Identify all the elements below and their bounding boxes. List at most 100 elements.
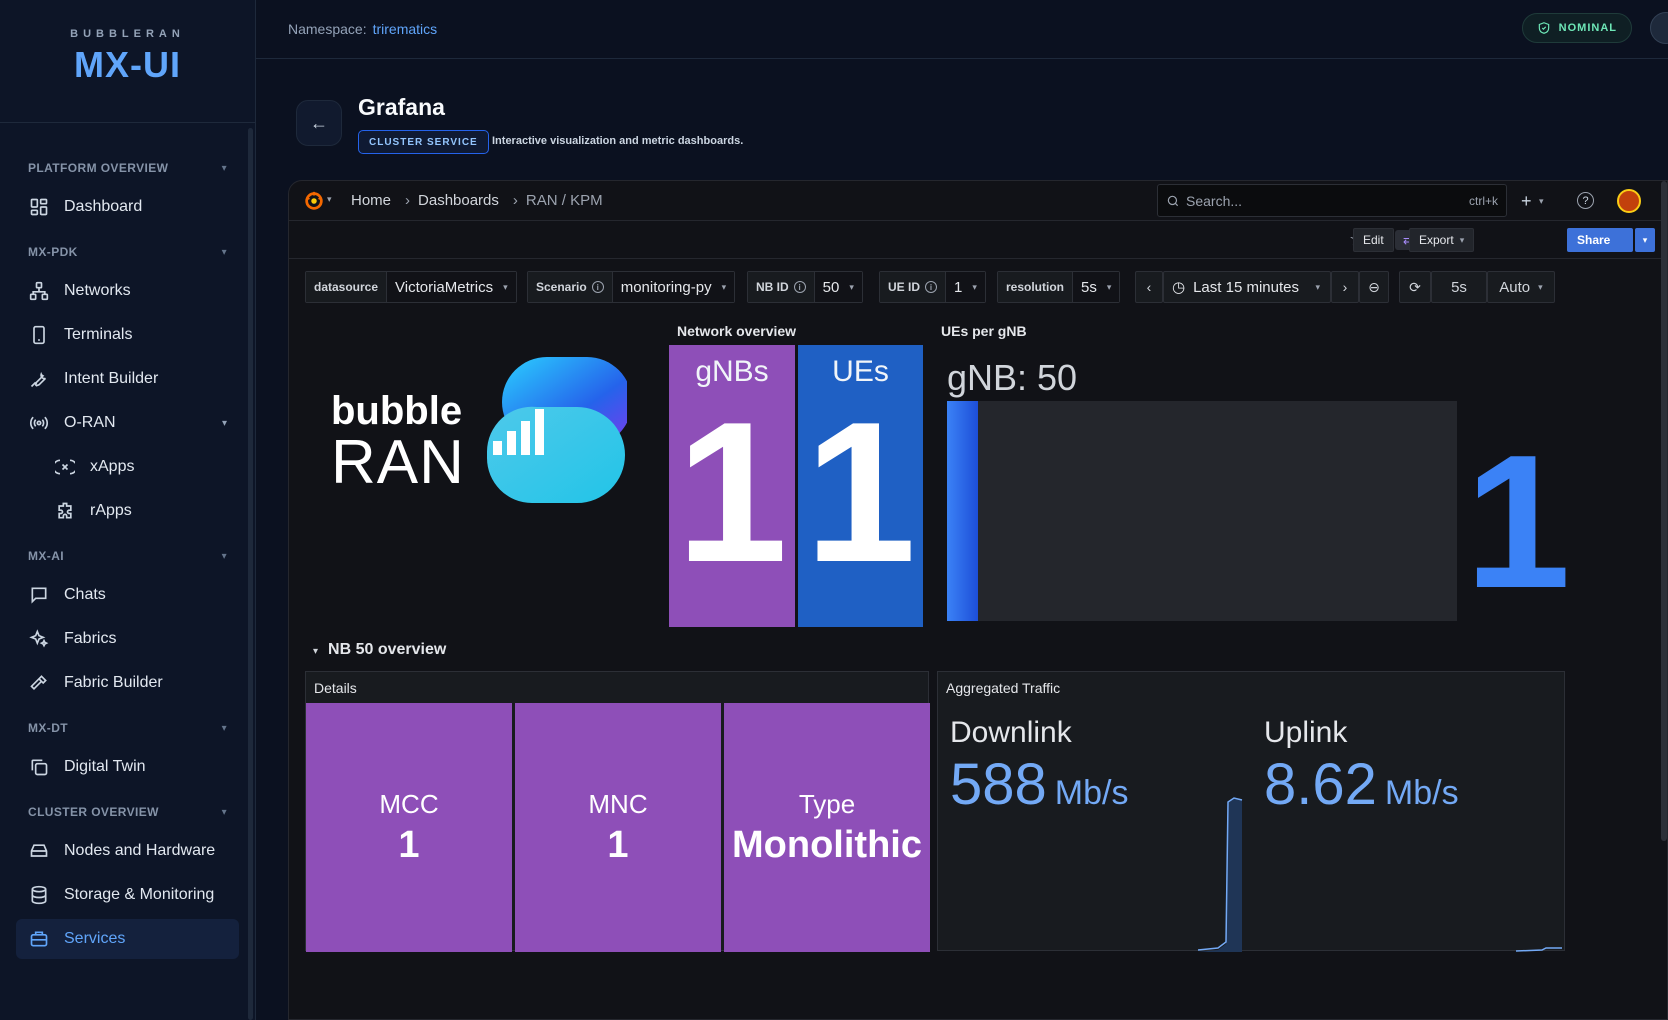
sidebar-item-xapps[interactable]: xApps [16,447,239,487]
variable-value[interactable]: 5s ▾ [1073,272,1120,302]
chevron-down-icon: ▾ [503,281,508,292]
datasource-variable[interactable]: datasource VictoriaMetrics ▾ [305,271,517,303]
sidebar-item-label: rApps [90,502,132,519]
sidebar-item-o-ran[interactable]: O-RAN ▾ [16,403,239,443]
info-icon: i [591,281,604,293]
search-placeholder: Search... [1186,192,1243,209]
refresh-interval[interactable]: 5s [1431,271,1487,303]
ue-id-variable[interactable]: UE ID i 1 ▾ [879,271,986,303]
type-tile[interactable]: Type Monolithic [724,703,930,952]
section-mx-dt[interactable]: MX-DT ▾ [0,717,255,739]
xapp-icon [54,456,76,478]
time-range-picker[interactable]: ◷ Last 15 minutes ▾ [1163,271,1331,303]
grafana-logo-icon[interactable] [303,190,325,212]
help-icon[interactable]: ? [1577,192,1594,209]
chevron-down-icon[interactable]: ▾ [1539,196,1544,207]
auto-refresh-dropdown[interactable]: Auto ▾ [1487,271,1555,303]
section-mx-ai[interactable]: MX-AI ▾ [0,545,255,567]
chevron-down-icon: ▾ [1538,281,1543,292]
sidebar-item-digital-twin[interactable]: Digital Twin [16,747,239,787]
downlink-label: Downlink [950,716,1072,749]
sidebar-nav: PLATFORM OVERVIEW ▾ Dashboard MX-PDK ▾ Net… [0,123,255,959]
bar-gauge-track [947,401,1457,621]
time-forward-button[interactable]: › [1331,271,1359,303]
ues-stat[interactable]: UEs 1 [798,345,923,627]
hammer-icon [28,672,50,694]
variable-value[interactable]: 50 ▾ [814,272,862,302]
sidebar-item-services[interactable]: Services [16,919,239,959]
chevron-down-icon[interactable]: ▾ [327,194,332,205]
resolution-variable[interactable]: resolution 5s ▾ [997,271,1121,303]
breadcrumb-home[interactable]: Home [351,192,391,209]
scenario-variable[interactable]: Scenario i monitoring-py ▾ [527,271,736,303]
time-back-button[interactable]: ‹ [1135,271,1163,303]
sidebar-item-fabrics[interactable]: Fabrics [16,619,239,659]
variable-value[interactable]: 1 ▾ [946,272,985,302]
ues-per-gnb-title: UEs per gNB [941,323,1027,339]
sidebar-item-storage-monitoring[interactable]: Storage & Monitoring [16,875,239,915]
shield-check-icon [1538,22,1549,34]
tile-label: Type [798,788,856,819]
mcc-tile[interactable]: MCC 1 [306,703,512,952]
share-dropdown-button[interactable]: ▾ [1635,228,1655,252]
zoom-out-button[interactable]: ⊖ [1359,271,1389,303]
dashboard-icon [28,196,50,218]
sidebar-item-nodes-and-hardware[interactable]: Nodes and Hardware [16,831,239,871]
avatar[interactable] [1650,12,1668,44]
edit-button[interactable]: Edit [1353,228,1394,252]
back-button[interactable]: ← [296,100,342,146]
sidebar-scrollbar[interactable] [248,128,253,1020]
sidebar-item-dashboard[interactable]: Dashboard [16,187,239,227]
sidebar-item-label: xApps [90,458,135,475]
chevron-right-icon: › [1342,279,1348,295]
sidebar-item-label: Intent Builder [64,370,159,387]
scenario-value: monitoring-py [620,278,712,296]
downlink-unit: Mb/s [1054,774,1129,812]
mnc-tile[interactable]: MNC 1 [515,703,721,952]
variable-value[interactable]: monitoring-py ▾ [612,272,735,302]
downlink-number: 588 [950,752,1047,817]
logo-text-ran: RAN [331,428,465,497]
export-button[interactable]: Export ▾ [1409,228,1475,252]
sidebar-item-chats[interactable]: Chats [16,575,239,615]
status-badge[interactable]: NOMINAL [1521,13,1632,43]
section-platform-overview[interactable]: PLATFORM OVERVIEW ▾ [0,157,255,179]
nb-id-variable[interactable]: NB ID i 50 ▾ [747,271,863,303]
sidebar-item-rapps[interactable]: rApps [16,491,239,531]
chevron-down-icon: ▾ [221,722,227,734]
tile-label: MCC [379,788,439,819]
service-type-badge: CLUSTER SERVICE [358,130,489,154]
sidebar-item-networks[interactable]: Networks [16,271,239,311]
brand-logo[interactable]: BUBBLERAN MX-UI [0,0,255,123]
breadcrumb-dashboards[interactable]: Dashboards [418,192,499,209]
plus-icon[interactable]: + [1521,191,1532,212]
details-panel: Details MCC 1 MNC 1 Type Monolithic [305,671,930,952]
share-button[interactable]: Share [1567,228,1633,252]
sidebar-item-fabric-builder[interactable]: Fabric Builder [16,663,239,703]
section-cluster-overview[interactable]: CLUSTER OVERVIEW ▾ [0,801,255,823]
server-icon [28,840,50,862]
sidebar-item-label: Networks [64,282,131,299]
chevron-left-icon: ‹ [1146,279,1152,295]
sidebar-item-intent-builder[interactable]: Intent Builder [16,359,239,399]
brand-sub: BUBBLERAN [70,28,185,40]
namespace-value[interactable]: trirematics [373,21,438,37]
dashboard-toolbar: ☆ ⇄ Edit Export▾ Share ▾ [289,221,1667,259]
wrench-icon [28,368,50,390]
refresh-button[interactable]: ⟳ [1399,271,1431,303]
time-range-label: Last 15 minutes [1193,278,1299,296]
section-title: CLUSTER OVERVIEW [28,805,159,819]
sidebar-item-terminals[interactable]: Terminals [16,315,239,355]
breadcrumb-current: RAN / KPM [525,192,603,209]
variable-value[interactable]: VictoriaMetrics ▾ [387,272,516,302]
row-header-nb-overview[interactable]: ▾ NB 50 overview [313,641,446,659]
gnbs-stat[interactable]: gNBs 1 [669,345,795,627]
grafana-scrollbar[interactable] [1661,181,1667,841]
sparkles-icon [28,628,50,650]
chevron-down-icon: ▾ [221,806,227,818]
user-avatar[interactable] [1617,189,1641,213]
uplink-sparkline [1516,947,1562,952]
brand-main: MX-UI [74,44,181,85]
section-mx-pdk[interactable]: MX-PDK ▾ [0,241,255,263]
search-input[interactable]: Search... ctrl+k [1157,184,1507,217]
